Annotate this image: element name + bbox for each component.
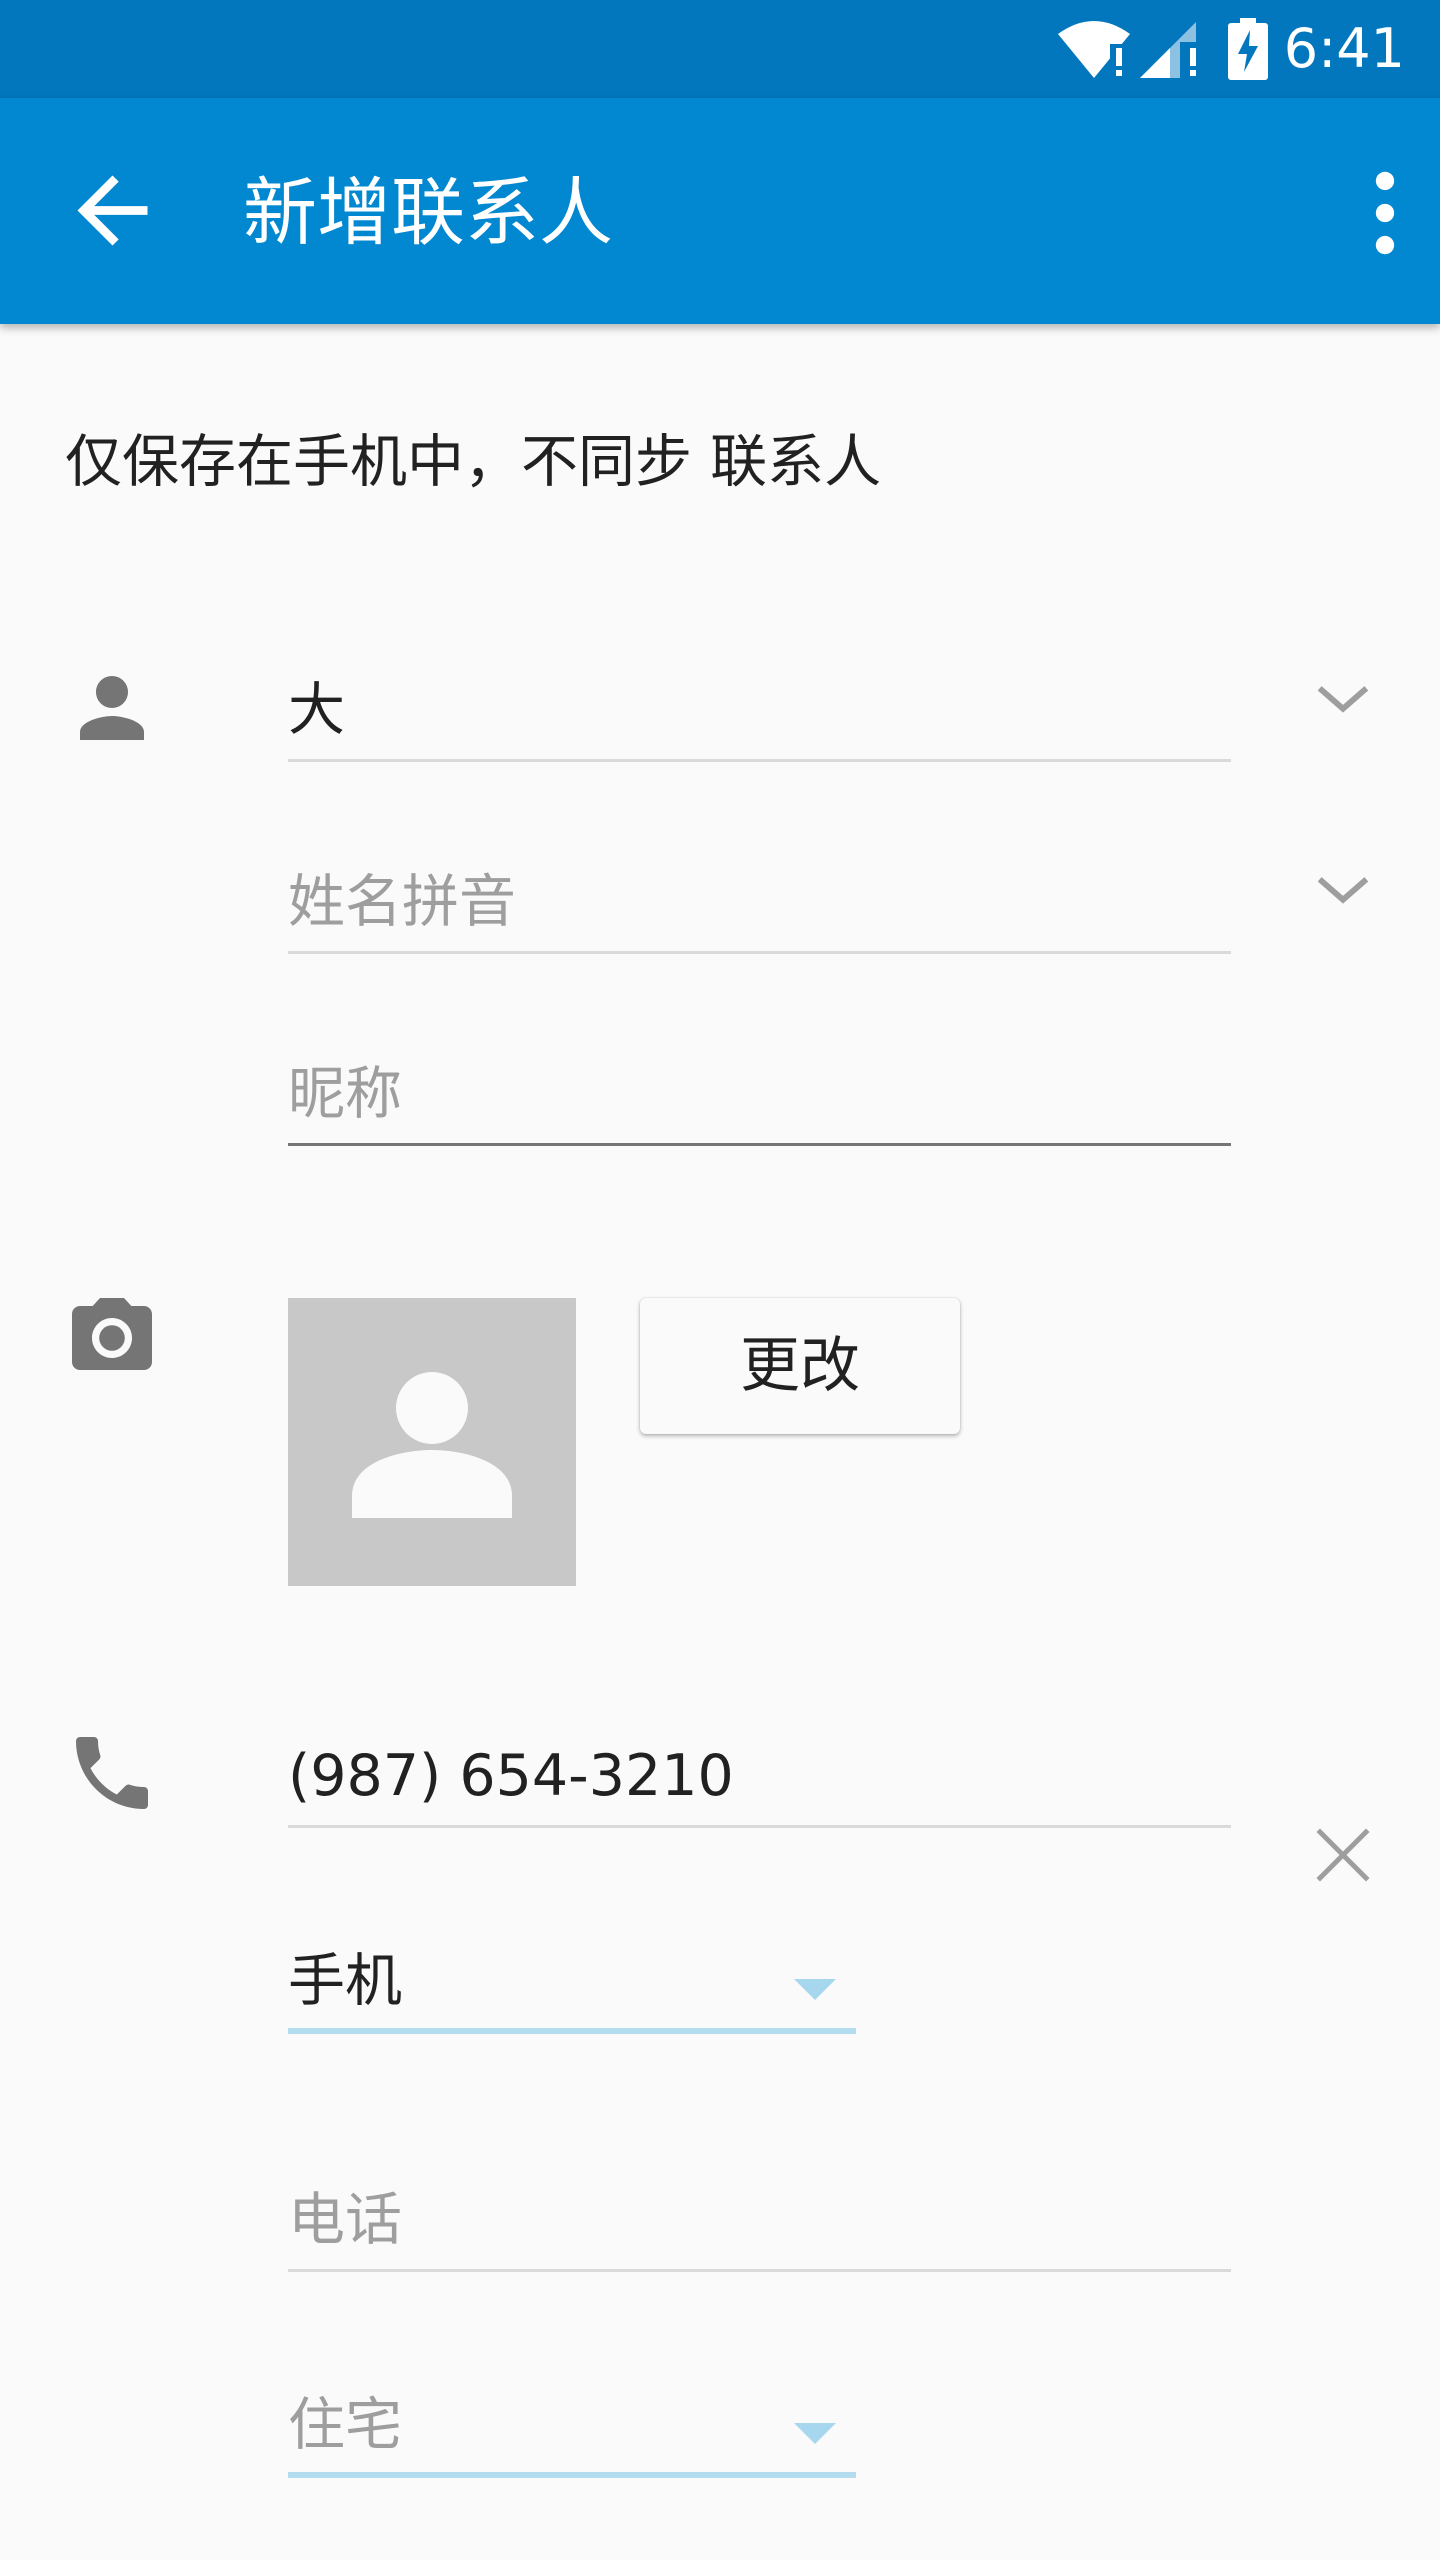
battery-charging-icon bbox=[1228, 18, 1268, 80]
camera-icon bbox=[72, 1298, 152, 1370]
phonetic-name-placeholder: 姓名拼音 bbox=[288, 869, 516, 935]
second-phone-type-value: 住宅 bbox=[288, 2392, 402, 2458]
person-icon bbox=[80, 676, 144, 740]
more-vert-icon[interactable] bbox=[1330, 158, 1440, 268]
name-value: 大 bbox=[288, 677, 345, 743]
clock: 6:41 bbox=[1283, 17, 1405, 80]
nickname-placeholder: 昵称 bbox=[288, 1061, 402, 1127]
chevron-down-icon[interactable] bbox=[1308, 856, 1378, 926]
phone-number-field[interactable]: (987) 654-3210 bbox=[288, 1732, 1231, 1828]
change-photo-button[interactable]: 更改 bbox=[640, 1298, 960, 1434]
phonetic-name-field[interactable]: 姓名拼音 bbox=[288, 858, 1231, 954]
second-phone-type-spinner[interactable]: 住宅 bbox=[288, 2380, 856, 2478]
dropdown-arrow-icon bbox=[794, 2423, 836, 2444]
app-bar: 新增联系人 bbox=[0, 98, 1440, 324]
account-notice[interactable]: 仅保存在手机中，不同步 联系人 bbox=[65, 425, 881, 499]
status-bar: 6:41 bbox=[0, 0, 1440, 98]
phone-icon bbox=[76, 1737, 148, 1809]
dropdown-arrow-icon bbox=[794, 1979, 836, 2000]
name-field[interactable]: 大 bbox=[288, 666, 1231, 762]
close-icon[interactable] bbox=[1310, 1822, 1376, 1888]
chevron-down-icon[interactable] bbox=[1308, 665, 1378, 735]
second-phone-placeholder: 电话 bbox=[288, 2187, 402, 2253]
cell-signal-icon bbox=[1140, 22, 1204, 78]
second-phone-field[interactable]: 电话 bbox=[288, 2176, 1231, 2272]
person-placeholder-icon bbox=[352, 1372, 512, 1518]
phone-type-spinner[interactable]: 手机 bbox=[288, 1936, 856, 2034]
wifi-icon bbox=[1058, 21, 1130, 78]
phone-type-value: 手机 bbox=[288, 1948, 402, 2014]
arrow-back-icon[interactable] bbox=[60, 158, 165, 263]
page-title: 新增联系人 bbox=[243, 170, 613, 256]
contact-photo[interactable] bbox=[288, 1298, 576, 1586]
nickname-field[interactable]: 昵称 bbox=[288, 1050, 1231, 1146]
phone-number-value: (987) 654-3210 bbox=[288, 1743, 734, 1809]
